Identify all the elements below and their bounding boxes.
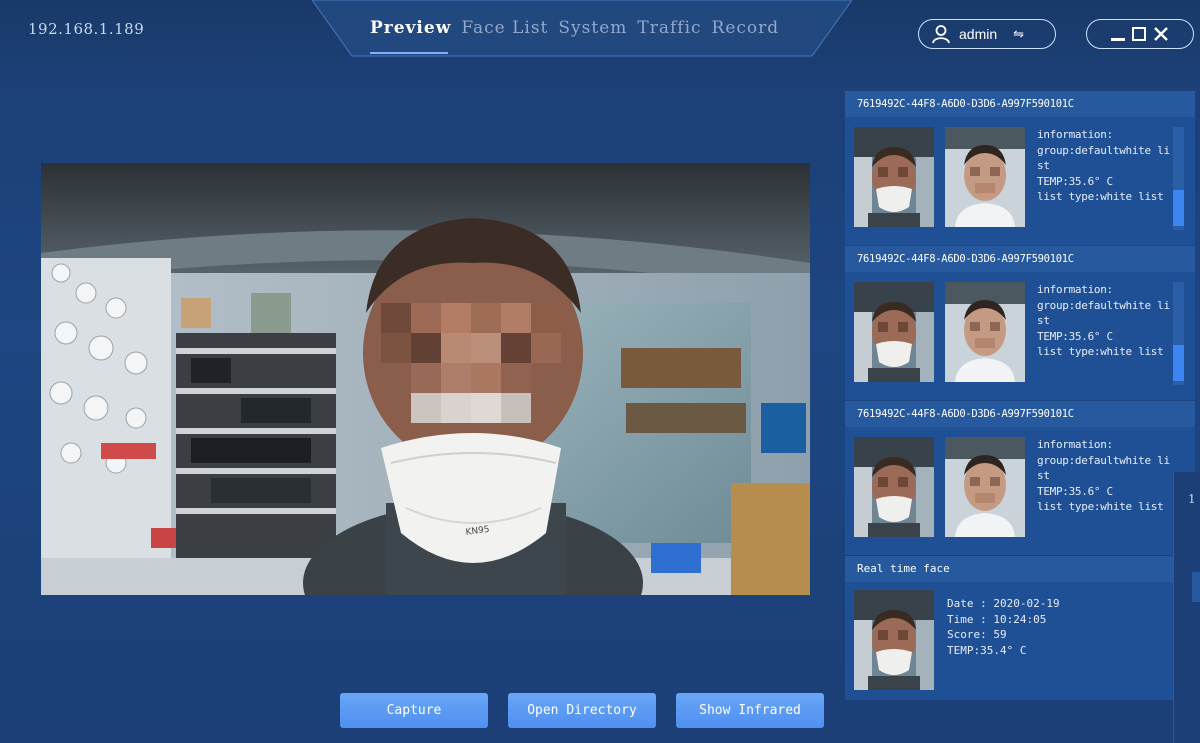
window-controls — [1086, 19, 1194, 49]
registered-face-image — [945, 437, 1025, 537]
realtime-face-image — [854, 590, 934, 690]
realtime-title: Real time face — [845, 556, 1175, 582]
realtime-score: Score: 59 — [947, 628, 1007, 641]
record-card[interactable]: 7619492C-44F8-A6D0-D3D6-A997F590101C inf… — [845, 91, 1195, 245]
captured-face-image — [854, 437, 934, 537]
tab-system[interactable]: System — [558, 18, 627, 38]
record-card[interactable]: 7619492C-44F8-A6D0-D3D6-A997F590101C inf… — [845, 246, 1195, 400]
realtime-face-panel: Real time face Date : 2020-02-19 Time : … — [845, 556, 1175, 700]
minimize-icon[interactable] — [1111, 37, 1125, 41]
camera-frame-image: KN95 — [41, 163, 810, 595]
record-info: information: group:defaultwhite list TEM… — [1037, 128, 1170, 203]
scrollbar[interactable] — [1173, 282, 1184, 385]
registered-face-image — [945, 282, 1025, 382]
user-menu[interactable]: admin ⇋ — [918, 19, 1056, 49]
realtime-temp: TEMP:35.4° C — [947, 643, 1027, 657]
device-ip: 192.168.1.189 — [28, 20, 145, 38]
swap-icon[interactable]: ⇋ — [1013, 26, 1024, 42]
username: admin — [959, 26, 998, 42]
capture-button[interactable]: Capture — [340, 693, 488, 728]
tab-face-list[interactable]: Face List — [461, 18, 548, 38]
scrollbar-thumb[interactable] — [1173, 190, 1184, 226]
side-popup-label: 1 — [1188, 492, 1196, 506]
active-tab-indicator — [370, 52, 448, 54]
user-icon — [932, 25, 950, 44]
camera-preview[interactable]: KN95 — [41, 163, 810, 595]
side-popup-panel[interactable]: 1 — [1173, 472, 1200, 743]
close-icon[interactable] — [1153, 26, 1169, 42]
record-info: information: group:defaultwhite list TEM… — [1037, 438, 1170, 513]
captured-face-image — [854, 282, 934, 382]
realtime-date: Date : 2020-02-19 — [947, 597, 1060, 610]
top-bar: 192.168.1.189 Preview Face List System T… — [0, 0, 1200, 70]
side-popup-control[interactable] — [1192, 572, 1200, 602]
realtime-time: Time : 10:24:05 — [947, 612, 1047, 626]
record-id: 7619492C-44F8-A6D0-D3D6-A997F590101C — [845, 401, 1195, 427]
record-card[interactable]: 7619492C-44F8-A6D0-D3D6-A997F590101C inf… — [845, 401, 1195, 555]
record-id: 7619492C-44F8-A6D0-D3D6-A997F590101C — [845, 91, 1195, 117]
tab-traffic[interactable]: Traffic — [637, 18, 701, 38]
registered-face-image — [945, 127, 1025, 227]
show-infrared-button[interactable]: Show Infrared — [676, 693, 824, 728]
realtime-details: Date : 2020-02-19 Time : 10:24:05 Score:… — [947, 596, 1060, 658]
scrollbar[interactable] — [1173, 127, 1184, 230]
captured-face-image — [854, 127, 934, 227]
open-directory-button[interactable]: Open Directory — [508, 693, 656, 728]
tab-preview[interactable]: Preview — [370, 18, 451, 38]
scrollbar-thumb[interactable] — [1173, 345, 1184, 381]
record-info: information: group:defaultwhite list TEM… — [1037, 283, 1170, 358]
record-id: 7619492C-44F8-A6D0-D3D6-A997F590101C — [845, 246, 1195, 272]
maximize-icon[interactable] — [1132, 27, 1146, 41]
main-nav: Preview Face List System Traffic Record — [370, 18, 779, 38]
tab-record[interactable]: Record — [712, 18, 780, 38]
